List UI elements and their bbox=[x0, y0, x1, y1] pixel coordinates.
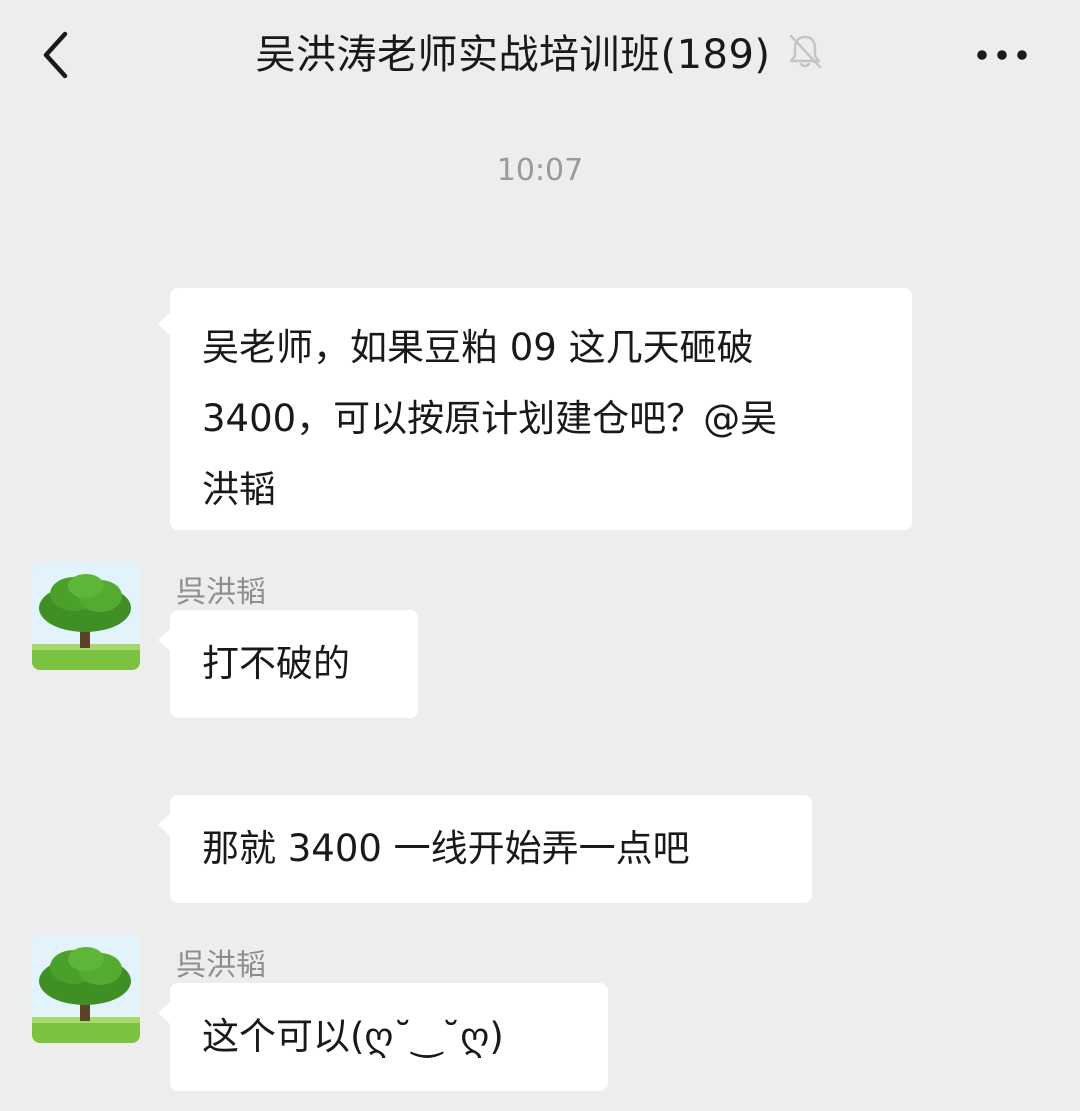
title-wrap: 吴洪涛老师实战培训班(189) bbox=[0, 22, 1080, 80]
tree-avatar bbox=[32, 562, 140, 670]
sender-name: 呉洪韬 bbox=[176, 948, 266, 983]
tree-avatar bbox=[32, 935, 140, 1043]
message-timestamp: 10:07 bbox=[496, 153, 584, 188]
sender-name: 呉洪韬 bbox=[176, 575, 266, 610]
message-bubble[interactable]: 打不破的 bbox=[158, 610, 418, 718]
message-bubble[interactable]: 吴老师，如果豆粕 09 这几天砸破 3400，可以按原计划建仓吧？@吴 洪韬 bbox=[158, 288, 912, 530]
bell-muted-icon bbox=[785, 31, 825, 71]
message-bubble[interactable]: 这个可以(ღ˘‿˘ღ) bbox=[158, 983, 608, 1091]
message-text: 这个可以(ღ˘‿˘ღ) bbox=[202, 1015, 504, 1058]
message-text: 打不破的 bbox=[202, 642, 350, 685]
sender-avatar[interactable] bbox=[32, 935, 140, 1043]
message-text: 吴老师，如果豆粕 09 这几天砸破 3400，可以按原计划建仓吧？@吴 洪韬 bbox=[202, 326, 778, 511]
more-button[interactable] bbox=[972, 30, 1032, 80]
message-text: 那就 3400 一线开始弄一点吧 bbox=[202, 827, 690, 870]
more-horizontal-icon bbox=[977, 50, 1027, 60]
chat-header: 吴洪涛老师实战培训班(189) bbox=[0, 0, 1080, 115]
sender-avatar[interactable] bbox=[32, 562, 140, 670]
message-bubble[interactable]: 那就 3400 一线开始弄一点吧 bbox=[158, 795, 812, 903]
chat-title: 吴洪涛老师实战培训班(189) bbox=[255, 32, 771, 78]
